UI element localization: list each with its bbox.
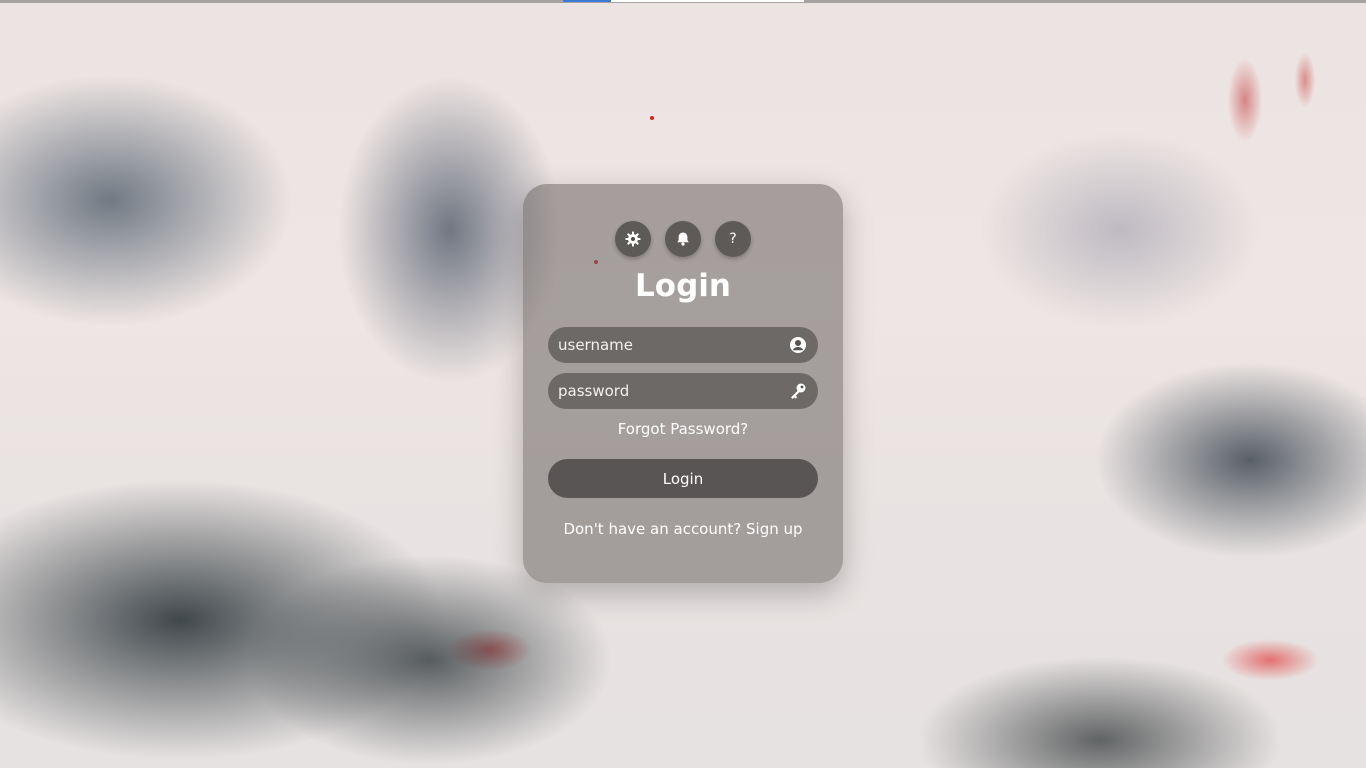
bell-icon	[677, 232, 689, 246]
tab-indicator-active	[563, 0, 611, 2]
icon-toolbar: ?	[523, 221, 843, 257]
page-title: Login	[635, 268, 731, 304]
help-icon: ?	[729, 231, 737, 247]
tab-indicator-track	[611, 0, 804, 2]
password-input[interactable]	[558, 373, 778, 409]
key-icon	[791, 383, 806, 399]
red-dot	[650, 116, 654, 120]
user-icon	[790, 337, 806, 353]
gear-icon	[625, 231, 641, 247]
signup-prompt: Don't have an account? Sign up	[523, 520, 843, 538]
login-card: ? Login Forgot Password? Login Don't hav…	[523, 184, 843, 583]
notifications-button[interactable]	[665, 221, 701, 257]
forgot-password-link[interactable]: Forgot Password?	[523, 420, 843, 438]
settings-button[interactable]	[615, 221, 651, 257]
login-button[interactable]: Login	[548, 459, 818, 498]
signup-prompt-text: Don't have an account?	[563, 520, 742, 538]
signup-link[interactable]: Sign up	[746, 520, 803, 538]
login-button-label: Login	[662, 469, 704, 488]
username-field	[548, 327, 818, 363]
password-field	[548, 373, 818, 409]
help-button[interactable]: ?	[715, 221, 751, 257]
username-input[interactable]	[558, 327, 778, 363]
